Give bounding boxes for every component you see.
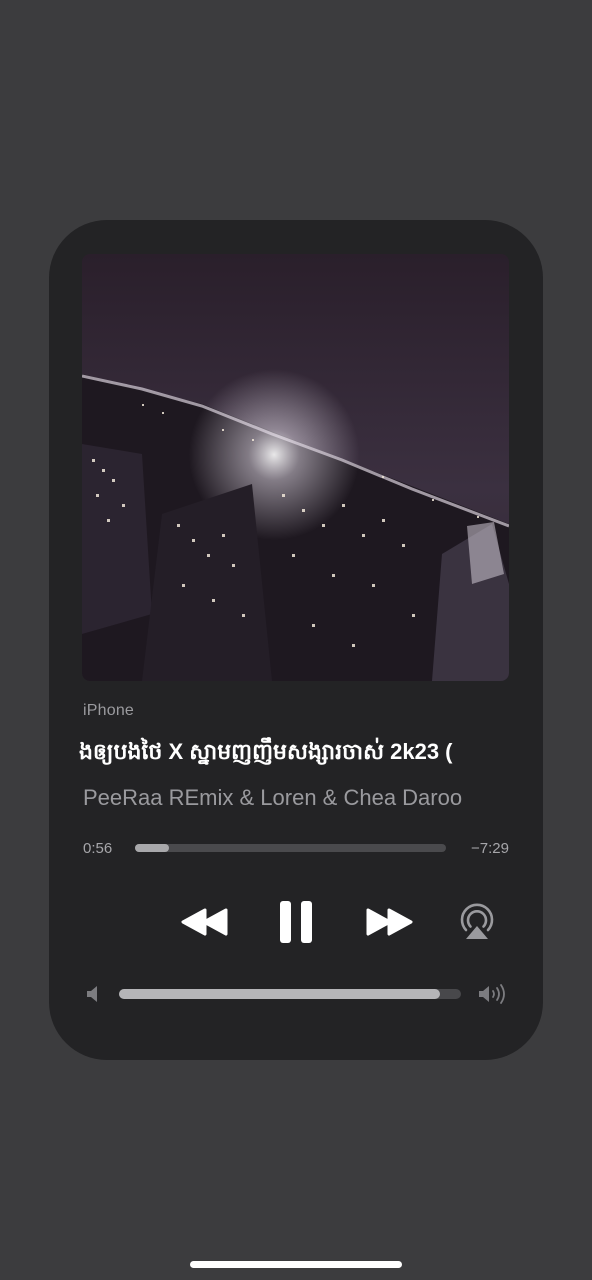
audio-source-label: iPhone xyxy=(83,702,135,719)
now-playing-card: iPhone ងឲ្យបងថៃ X ស្នាមញញឹមសង្សារចាស់ 2k… xyxy=(49,220,543,1060)
playback-progress-fill xyxy=(135,844,170,852)
playback-scrubber[interactable] xyxy=(135,844,446,852)
track-title-container: ងឲ្យបងថៃ X ស្នាមញញឹមសង្សារចាស់ 2k23 ( xyxy=(79,734,511,770)
pause-icon xyxy=(280,901,312,943)
remaining-time: −7:29 xyxy=(471,840,509,857)
speaker-high-icon xyxy=(479,984,505,1004)
volume-up-indicator xyxy=(477,982,509,1006)
volume-slider-fill xyxy=(119,989,441,999)
home-indicator[interactable] xyxy=(190,1261,402,1268)
rewind-button[interactable] xyxy=(175,898,235,946)
speaker-low-icon xyxy=(87,986,97,1002)
album-artwork xyxy=(82,254,509,681)
fast-forward-icon xyxy=(366,908,413,936)
rewind-icon xyxy=(181,908,228,936)
pause-button[interactable] xyxy=(271,894,321,950)
track-title: ងឲ្យបងថៃ X ស្នាមញញឹមសង្សារចាស់ 2k23 ( xyxy=(79,739,453,764)
lock-screen: iPhone ងឲ្យបងថៃ X ស្នាមញញឹមសង្សារចាស់ 2k… xyxy=(0,0,592,1280)
elapsed-time: 0:56 xyxy=(83,840,113,857)
volume-down-indicator xyxy=(83,982,103,1006)
track-artist: PeeRaa REmix & Loren & Chea Daroo xyxy=(83,785,463,810)
volume-slider[interactable] xyxy=(119,989,461,999)
airplay-icon xyxy=(460,903,494,939)
fast-forward-button[interactable] xyxy=(359,898,419,946)
airplay-button[interactable] xyxy=(453,900,501,944)
